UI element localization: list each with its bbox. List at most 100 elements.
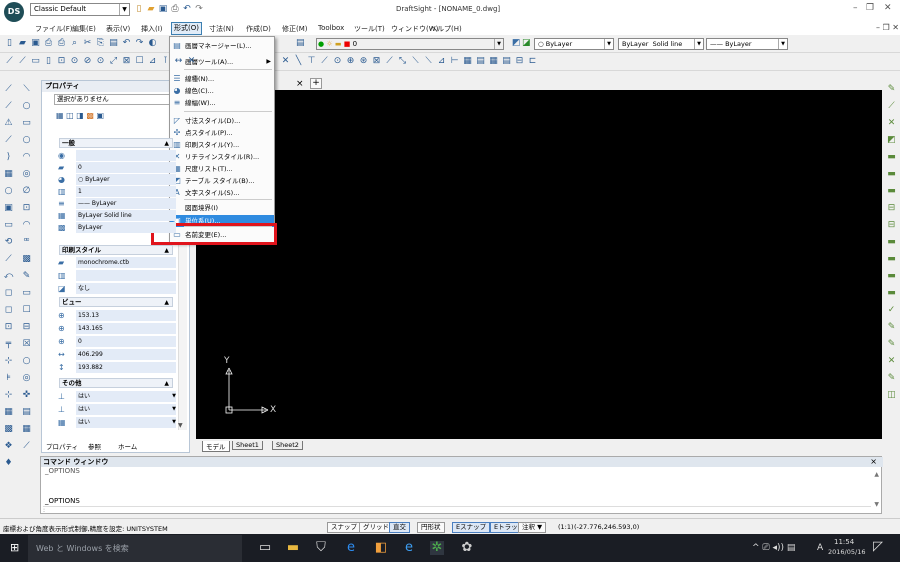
draw-tool-icon[interactable]: ⊙ bbox=[69, 56, 80, 67]
sheet-tab-2[interactable]: Sheet2 bbox=[272, 441, 303, 450]
draw-tool-icon[interactable]: ⊿ bbox=[147, 56, 158, 67]
tray-icons[interactable]: ^ ⎚ ◂)) ▤ bbox=[752, 543, 795, 553]
app-logo[interactable]: DS bbox=[4, 2, 24, 22]
tool-icon[interactable]: ◻ bbox=[3, 305, 14, 316]
tool-icon[interactable]: ∅ bbox=[21, 186, 32, 197]
property-value[interactable]: はい bbox=[76, 404, 176, 415]
draw-tool-icon[interactable]: ⊏ bbox=[527, 56, 538, 67]
draw-tool-icon[interactable]: ⟋ bbox=[4, 56, 15, 67]
filter-icon[interactable]: ▩ bbox=[86, 111, 94, 120]
menu-5[interactable]: 寸法(N) bbox=[207, 24, 236, 34]
property-value[interactable]: 143.165 bbox=[76, 323, 176, 334]
tool-icon[interactable]: ✎ bbox=[21, 271, 32, 282]
status-scale[interactable]: (1:1) bbox=[558, 523, 574, 531]
tool-icon[interactable]: ✎ bbox=[886, 84, 897, 95]
notification-icon[interactable]: ◸ bbox=[873, 539, 883, 554]
menu-7[interactable]: 修正(M) bbox=[280, 24, 310, 34]
property-value[interactable]: 193.882 bbox=[76, 362, 176, 373]
tool-icon[interactable]: ▬ bbox=[886, 271, 897, 282]
tool-icon[interactable]: ▭ bbox=[21, 118, 32, 129]
new-tab-button[interactable]: + bbox=[310, 78, 322, 89]
tool-icon[interactable]: ✎ bbox=[886, 373, 897, 384]
property-row[interactable]: ▰ 0 bbox=[46, 162, 178, 173]
collapse-icon[interactable]: ▲ bbox=[164, 298, 169, 307]
menu-item-line-style[interactable]: ☰ 線種(N)... bbox=[170, 73, 274, 85]
tool-icon[interactable]: ▭ bbox=[21, 288, 32, 299]
menu-item-table-style[interactable]: ◩ テーブル スタイル(B)... bbox=[170, 175, 274, 187]
minimize-icon[interactable]: – bbox=[853, 3, 858, 13]
tool-icon[interactable]: ▦ bbox=[21, 424, 32, 435]
layer-manager-tool-icon[interactable]: ▤ bbox=[296, 38, 306, 48]
property-row[interactable]: ◪ なし bbox=[46, 283, 178, 294]
tool-icon[interactable]: ⊟ bbox=[886, 203, 897, 214]
app-icon[interactable]: ◧ bbox=[374, 541, 388, 555]
status-toggle-4[interactable]: Eスナップ bbox=[452, 522, 491, 533]
lineweight-combo[interactable]: —— ByLayer ▼ bbox=[706, 38, 788, 50]
status-toggle-6[interactable]: 注釈 ▼ bbox=[518, 522, 547, 533]
draw-tool-icon[interactable]: ✕ bbox=[280, 56, 291, 67]
collapse-icon[interactable]: ▲ bbox=[164, 246, 169, 255]
close-tab-icon[interactable]: × bbox=[296, 79, 304, 89]
property-row[interactable]: ▦ ByLayer Solid line bbox=[46, 210, 178, 221]
menu-4[interactable]: 形式(O) bbox=[171, 22, 202, 35]
property-row[interactable]: ⊕ 153.13 bbox=[46, 310, 178, 321]
property-value[interactable]: 0 bbox=[76, 336, 176, 347]
property-value[interactable] bbox=[76, 270, 176, 281]
menu-item-layer-manager[interactable]: ▤ 画層マネージャー(L)... bbox=[170, 40, 274, 52]
tool-icon[interactable]: ⤺ bbox=[3, 271, 14, 282]
command-close-icon[interactable]: × bbox=[870, 457, 877, 466]
tool-icon[interactable]: ⟋ bbox=[3, 254, 14, 265]
tool-icon[interactable]: ▬ bbox=[886, 152, 897, 163]
menu-8[interactable]: Toolbox bbox=[316, 24, 346, 32]
tool-icon[interactable]: ✜ bbox=[21, 390, 32, 401]
toolbar-tool-icon[interactable]: ⎘ bbox=[95, 38, 106, 49]
draw-tool-icon[interactable]: ⊠ bbox=[371, 56, 382, 67]
tool-icon[interactable]: ⊡ bbox=[21, 203, 32, 214]
tool-icon[interactable]: ◎ bbox=[21, 373, 32, 384]
menu-item-drawing-bounds[interactable]: 図面境界(I) bbox=[170, 202, 274, 214]
draw-tool-icon[interactable]: ⊢ bbox=[449, 56, 460, 67]
scroll-down-icon[interactable]: ▼ bbox=[874, 501, 879, 508]
toolbar-tool-icon[interactable]: ↶ bbox=[121, 38, 132, 49]
draw-tool-icon[interactable]: ⟋ bbox=[17, 56, 28, 67]
menu-item-text-style[interactable]: A 文字スタイル(S)... bbox=[170, 187, 274, 199]
toolbar-tool-icon[interactable]: ▤ bbox=[108, 38, 119, 49]
status-toggle-0[interactable]: スナップ bbox=[327, 522, 361, 533]
tool-icon[interactable]: ❖ bbox=[3, 441, 14, 452]
drawing-canvas[interactable]: Y X bbox=[196, 90, 882, 439]
tool-icon[interactable]: ⊟ bbox=[21, 322, 32, 333]
tool-icon[interactable]: ◠ bbox=[21, 152, 32, 163]
tool-icon[interactable]: ⟋ bbox=[21, 441, 32, 452]
menu-0[interactable]: ファイル(F) bbox=[33, 24, 75, 34]
scroll-down-icon[interactable]: ▼ bbox=[178, 422, 183, 429]
menu-item-print-style[interactable]: ▥ 印刷スタイル(Y)... bbox=[170, 139, 274, 151]
tool-icon[interactable]: ▬ bbox=[886, 186, 897, 197]
tool-icon[interactable]: ⟋ bbox=[3, 101, 14, 112]
layer-combo[interactable]: ▼ bbox=[316, 38, 504, 50]
tool-icon[interactable]: ○ bbox=[3, 186, 14, 197]
toolbar-tool-icon[interactable]: ◐ bbox=[147, 38, 158, 49]
draw-tool-icon[interactable]: ⟍ bbox=[410, 56, 421, 67]
property-row[interactable]: ≡ —— ByLayer bbox=[46, 198, 178, 209]
menu-item-line-color[interactable]: ◕ 線色(C)... bbox=[170, 85, 274, 97]
tool-icon[interactable]: ⊟ bbox=[886, 220, 897, 231]
restore-icon[interactable]: ❐ bbox=[866, 3, 874, 13]
redo-icon[interactable]: ↷ bbox=[194, 4, 204, 14]
draw-tool-icon[interactable]: ▯ bbox=[43, 56, 54, 67]
app-icon[interactable]: ✿ bbox=[460, 541, 474, 555]
ie-icon[interactable]: e bbox=[402, 541, 416, 555]
status-toggle-1[interactable]: グリッド bbox=[359, 522, 393, 533]
new-file-icon[interactable]: ▯ bbox=[134, 4, 144, 14]
layer-previous-icon[interactable]: ◩ bbox=[512, 38, 521, 48]
toolbar-tool-icon[interactable]: ⎙ bbox=[43, 38, 54, 49]
property-value[interactable]: はい bbox=[76, 417, 176, 428]
tool-icon[interactable]: ♦ bbox=[3, 458, 14, 469]
open-file-icon[interactable]: ▰ bbox=[146, 4, 156, 14]
property-row[interactable]: ⊥ はい ▼ bbox=[46, 391, 178, 402]
draw-tool-icon[interactable]: ⊘ bbox=[82, 56, 93, 67]
status-toggle-2[interactable]: 直交 bbox=[389, 522, 410, 533]
draw-tool-icon[interactable]: ╲ bbox=[293, 56, 304, 67]
workspace-select[interactable]: Classic Default ▼ bbox=[30, 3, 130, 16]
draw-tool-icon[interactable]: ⟋ bbox=[319, 56, 330, 67]
toolbar-tool-icon[interactable]: ▰ bbox=[17, 38, 28, 49]
